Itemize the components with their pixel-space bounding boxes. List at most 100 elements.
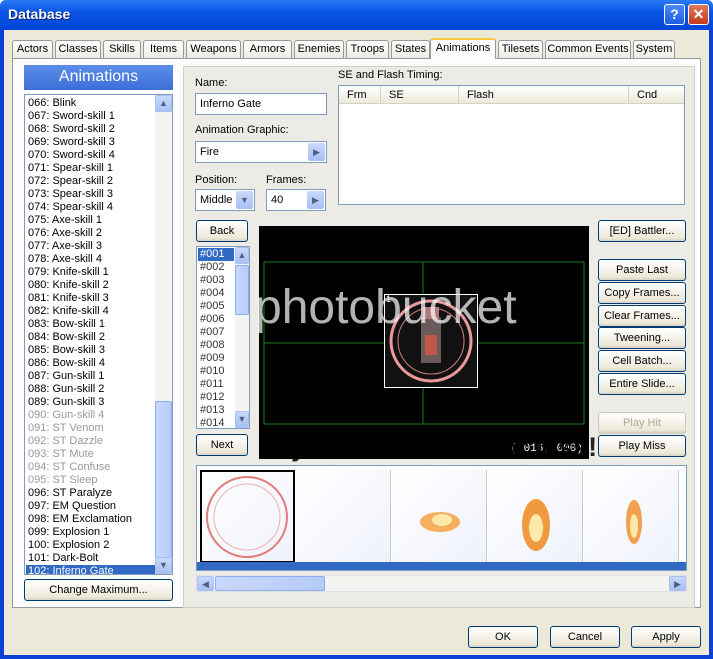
- animation-list-item[interactable]: 069: Sword-skill 3: [26, 136, 156, 149]
- animation-list-item[interactable]: 080: Knife-skill 2: [26, 279, 156, 292]
- animation-list-item[interactable]: 077: Axe-skill 3: [26, 240, 156, 253]
- frame-scroll-up-icon[interactable]: ▲: [235, 247, 249, 264]
- palette-cell[interactable]: [392, 470, 487, 563]
- animation-list-item[interactable]: 097: EM Question: [26, 500, 156, 513]
- frame-list-scrollbar[interactable]: ▲ ▼: [235, 247, 249, 428]
- tab-skills[interactable]: Skills: [103, 40, 141, 58]
- palette-cell[interactable]: [584, 470, 679, 563]
- animation-list-item[interactable]: 094: ST Confuse: [26, 461, 156, 474]
- tab-weapons[interactable]: Weapons: [186, 40, 241, 58]
- animation-list-item[interactable]: 101: Dark-Bolt: [26, 552, 156, 565]
- cell-batch-button[interactable]: Cell Batch...: [598, 350, 686, 372]
- browse-graphic-icon[interactable]: ▶: [308, 143, 325, 161]
- animation-list-item[interactable]: 100: Explosion 2: [26, 539, 156, 552]
- animation-list-item[interactable]: 087: Gun-skill 1: [26, 370, 156, 383]
- animation-list-item[interactable]: 073: Spear-skill 3: [26, 188, 156, 201]
- apply-button[interactable]: Apply: [631, 626, 701, 648]
- col-cnd[interactable]: Cnd: [629, 86, 686, 104]
- animation-list-item[interactable]: 093: ST Mute: [26, 448, 156, 461]
- cancel-button[interactable]: Cancel: [550, 626, 620, 648]
- animation-list-item[interactable]: 091: ST Venom: [26, 422, 156, 435]
- palette-scrollbar[interactable]: ◀ ▶: [196, 575, 687, 592]
- frame-list-item[interactable]: #011: [198, 378, 234, 391]
- play-miss-button[interactable]: Play Miss: [598, 435, 686, 457]
- tab-animations[interactable]: Animations: [430, 38, 496, 59]
- frame-list-item[interactable]: #001: [198, 248, 234, 261]
- animation-list-item[interactable]: 092: ST Dazzle: [26, 435, 156, 448]
- paste-last-button[interactable]: Paste Last: [598, 259, 686, 281]
- frames-field[interactable]: 40 ▶: [266, 189, 326, 211]
- animation-list-item[interactable]: 089: Gun-skill 3: [26, 396, 156, 409]
- animation-list-item[interactable]: 072: Spear-skill 2: [26, 175, 156, 188]
- animation-list-item[interactable]: 068: Sword-skill 2: [26, 123, 156, 136]
- position-select[interactable]: Middle ▼: [195, 189, 255, 211]
- animations-list[interactable]: 066: Blink 067: Sword-skill 1 068: Sword-s…: [24, 94, 173, 575]
- frames-browse-icon[interactable]: ▶: [307, 191, 324, 209]
- col-se[interactable]: SE: [381, 86, 459, 104]
- selected-cell[interactable]: 1: [384, 294, 478, 388]
- animation-list-item[interactable]: 075: Axe-skill 1: [26, 214, 156, 227]
- animation-list-item[interactable]: 067: Sword-skill 1: [26, 110, 156, 123]
- help-button[interactable]: ?: [664, 4, 685, 25]
- frame-list-item[interactable]: #014: [198, 417, 234, 428]
- se-flash-table[interactable]: Frm SE Flash Cnd: [338, 85, 685, 205]
- frame-list-item[interactable]: #010: [198, 365, 234, 378]
- palette-cell[interactable]: [200, 470, 295, 563]
- battler-button[interactable]: [ED] Battler...: [598, 220, 686, 242]
- frame-list[interactable]: #001 #002 #003 #004 #005 #006 #007 #008 #009 #010…: [196, 246, 250, 429]
- frame-list-item[interactable]: #006: [198, 313, 234, 326]
- animation-list-item[interactable]: 071: Spear-skill 1: [26, 162, 156, 175]
- tab-actors[interactable]: Actors: [12, 40, 53, 58]
- animation-list-item[interactable]: 076: Axe-skill 2: [26, 227, 156, 240]
- frame-list-item[interactable]: #007: [198, 326, 234, 339]
- tab-states[interactable]: States: [391, 40, 430, 58]
- tab-enemies[interactable]: Enemies: [294, 40, 344, 58]
- scroll-down-icon[interactable]: ▼: [155, 557, 172, 574]
- scroll-thumb[interactable]: [155, 401, 172, 558]
- change-maximum-button[interactable]: Change Maximum...: [24, 579, 173, 601]
- animation-list-item[interactable]: 079: Knife-skill 1: [26, 266, 156, 279]
- animation-list-item[interactable]: 099: Explosion 1: [26, 526, 156, 539]
- title-bar[interactable]: Database ? ✕: [0, 0, 713, 30]
- animation-list-item[interactable]: 084: Bow-skill 2: [26, 331, 156, 344]
- animation-list-item[interactable]: 082: Knife-skill 4: [26, 305, 156, 318]
- tab-armors[interactable]: Armors: [243, 40, 292, 58]
- tab-tilesets[interactable]: Tilesets: [498, 40, 543, 58]
- scroll-right-icon[interactable]: ▶: [669, 576, 686, 591]
- frame-list-item[interactable]: #003: [198, 274, 234, 287]
- col-frm[interactable]: Frm: [339, 86, 381, 104]
- tweening-button[interactable]: Tweening...: [598, 327, 686, 349]
- scroll-left-icon[interactable]: ◀: [197, 576, 214, 591]
- frame-scroll-down-icon[interactable]: ▼: [235, 411, 249, 428]
- animation-list-item[interactable]: 070: Sword-skill 4: [26, 149, 156, 162]
- frame-list-item[interactable]: #002: [198, 261, 234, 274]
- animation-list-item[interactable]: 081: Knife-skill 3: [26, 292, 156, 305]
- animation-list-item[interactable]: 086: Bow-skill 4: [26, 357, 156, 370]
- tab-troops[interactable]: Troops: [346, 40, 389, 58]
- palette-scroll-thumb[interactable]: [215, 576, 325, 591]
- tab-classes[interactable]: Classes: [55, 40, 101, 58]
- frame-scroll-thumb[interactable]: [235, 265, 249, 315]
- frame-list-item[interactable]: #008: [198, 339, 234, 352]
- frame-list-item[interactable]: #005: [198, 300, 234, 313]
- chevron-down-icon[interactable]: ▼: [236, 191, 253, 209]
- animation-list-item[interactable]: 078: Axe-skill 4: [26, 253, 156, 266]
- animation-list-item[interactable]: 074: Spear-skill 4: [26, 201, 156, 214]
- col-flash[interactable]: Flash: [459, 86, 629, 104]
- palette-cell[interactable]: [488, 470, 583, 563]
- animation-list-item[interactable]: 095: ST Sleep: [26, 474, 156, 487]
- tab-items[interactable]: Items: [143, 40, 184, 58]
- copy-frames-button[interactable]: Copy Frames...: [598, 282, 686, 304]
- frame-list-item[interactable]: #004: [198, 287, 234, 300]
- close-button[interactable]: ✕: [688, 4, 709, 25]
- animation-list-item[interactable]: 102: Inferno Gate: [26, 565, 156, 574]
- next-button[interactable]: Next: [196, 434, 248, 456]
- clear-frames-button[interactable]: Clear Frames...: [598, 305, 686, 327]
- animation-list-item[interactable]: 088: Gun-skill 2: [26, 383, 156, 396]
- animations-list-scrollbar[interactable]: ▲ ▼: [155, 95, 172, 574]
- tab-system[interactable]: System: [633, 40, 675, 58]
- entire-slide-button[interactable]: Entire Slide...: [598, 373, 686, 395]
- animation-list-item[interactable]: 098: EM Exclamation: [26, 513, 156, 526]
- animation-canvas[interactable]: 1 ( 016, 000): [259, 226, 589, 459]
- ok-button[interactable]: OK: [468, 626, 538, 648]
